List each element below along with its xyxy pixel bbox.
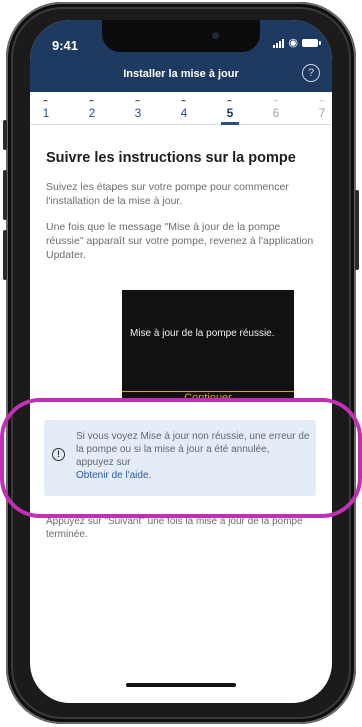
help-button[interactable]: ? bbox=[302, 64, 320, 82]
signal-icon bbox=[273, 38, 285, 48]
step-tick-icon bbox=[135, 100, 140, 104]
step-tick-icon bbox=[181, 100, 186, 104]
home-indicator[interactable] bbox=[126, 683, 236, 687]
status-icons: ◉ bbox=[273, 37, 321, 49]
phone-screen: 9:41 ◉ Installer la mise à jour ? 1 2 3 4 5 6… bbox=[30, 20, 332, 703]
instructions-text: Suivez les étapes sur votre pompe pour c… bbox=[46, 181, 289, 207]
step-tick-icon bbox=[89, 100, 94, 104]
step-tick-icon bbox=[319, 100, 324, 104]
step-tick-icon bbox=[227, 100, 232, 104]
status-time: 9:41 bbox=[52, 38, 79, 53]
step-5: 5 bbox=[216, 94, 244, 125]
main-content: Suivre les instructions sur la pompe Sui… bbox=[46, 150, 316, 274]
next-instruction-text: Appuyez sur "Suivant" une fois la mise à… bbox=[46, 516, 303, 540]
step-tick-icon bbox=[273, 100, 278, 104]
phone-volume-down-button bbox=[3, 230, 7, 280]
step-3: 3 bbox=[124, 94, 152, 124]
page-title: Installer la mise à jour bbox=[123, 68, 239, 80]
phone-volume-up-button bbox=[3, 170, 7, 220]
app-header: 9:41 ◉ Installer la mise à jour ? bbox=[30, 20, 332, 92]
wifi-icon: ◉ bbox=[288, 37, 298, 49]
step-7: 7 bbox=[308, 94, 332, 124]
step-number: 6 bbox=[272, 106, 280, 120]
step-2: 2 bbox=[78, 94, 106, 124]
step-number: 5 bbox=[226, 106, 234, 120]
return-instructions-text: Une fois que le message "Mise à jour de … bbox=[46, 221, 314, 261]
step-6: 6 bbox=[262, 94, 290, 124]
step-4: 4 bbox=[170, 94, 198, 124]
step-indicator: 1 2 3 4 5 6 7 bbox=[30, 94, 332, 125]
notch bbox=[102, 20, 260, 52]
pump-screen-image: Mise à jour de la pompe réussie. Continu… bbox=[122, 290, 294, 400]
camera-icon bbox=[212, 32, 219, 39]
battery-icon bbox=[302, 39, 321, 47]
step-1: 1 bbox=[32, 94, 60, 124]
step-number: 4 bbox=[180, 106, 188, 120]
pump-message: Mise à jour de la pompe réussie. bbox=[130, 328, 275, 339]
step-number: 3 bbox=[134, 106, 142, 120]
step-number: 7 bbox=[318, 106, 326, 120]
instructions-heading: Suivre les instructions sur la pompe bbox=[46, 150, 296, 166]
step-tick-icon bbox=[43, 100, 48, 104]
phone-side-button bbox=[3, 120, 7, 150]
step-number: 2 bbox=[88, 106, 96, 120]
highlight-annotation bbox=[0, 398, 362, 518]
phone-power-button bbox=[355, 190, 359, 270]
step-number: 1 bbox=[42, 106, 50, 120]
